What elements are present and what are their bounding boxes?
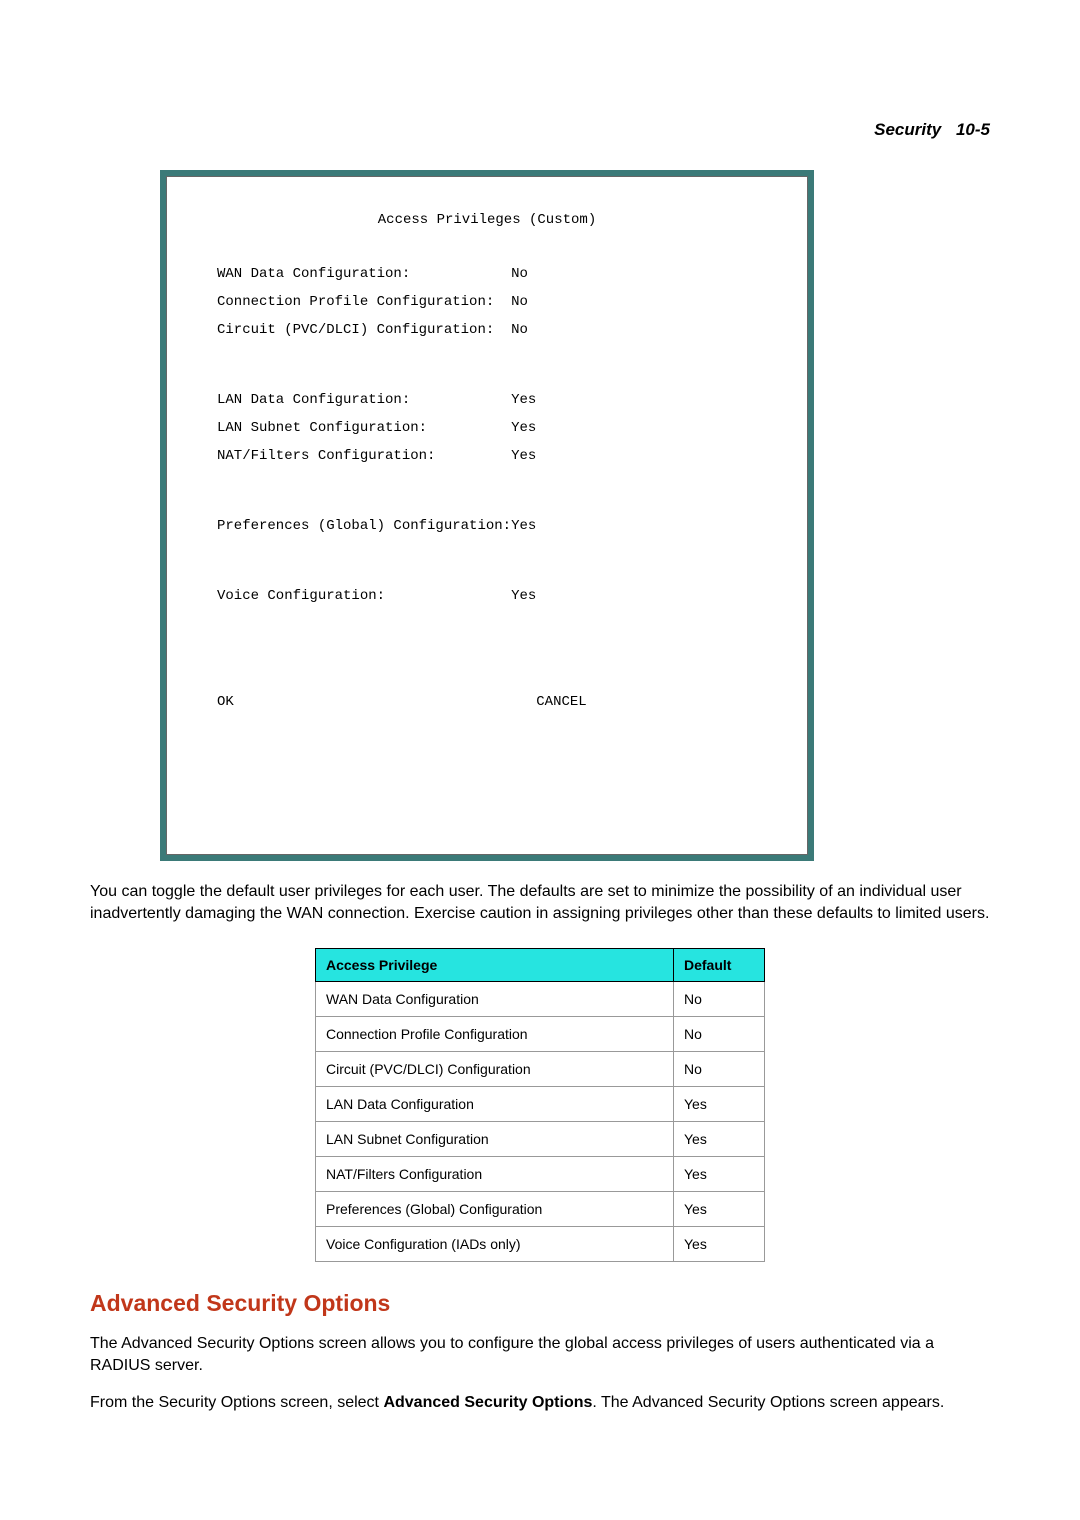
- terminal-group-2: LAN Data Configuration: Yes LAN Subnet C…: [167, 379, 807, 477]
- cell-default: Yes: [674, 1157, 765, 1192]
- row-value: Yes: [511, 588, 536, 604]
- row-label: Preferences (Global) Configuration:: [217, 518, 511, 534]
- cell-privilege: WAN Data Configuration: [316, 982, 674, 1017]
- terminal-row: LAN Subnet Configuration: Yes: [167, 421, 807, 435]
- privileges-table: Access Privilege Default WAN Data Config…: [315, 948, 765, 1262]
- cell-default: Yes: [674, 1192, 765, 1227]
- table-row: Circuit (PVC/DLCI) ConfigurationNo: [316, 1052, 765, 1087]
- cell-privilege: Voice Configuration (IADs only): [316, 1227, 674, 1262]
- th-privilege: Access Privilege: [316, 949, 674, 982]
- terminal-screenshot: Access Privileges (Custom) WAN Data Conf…: [160, 170, 814, 861]
- running-header: Security 10-5: [874, 120, 990, 140]
- cell-default: Yes: [674, 1227, 765, 1262]
- terminal-group-3: Preferences (Global) Configuration:Yes: [167, 505, 807, 547]
- row-label: Circuit (PVC/DLCI) Configuration:: [217, 322, 494, 338]
- terminal-actions: OK CANCEL: [167, 695, 807, 709]
- terminal-row: Circuit (PVC/DLCI) Configuration: No: [167, 323, 807, 337]
- table-row: Preferences (Global) ConfigurationYes: [316, 1192, 765, 1227]
- table-row: NAT/Filters ConfigurationYes: [316, 1157, 765, 1192]
- cancel-action: CANCEL: [536, 694, 586, 710]
- cell-default: No: [674, 982, 765, 1017]
- row-value: Yes: [511, 392, 536, 408]
- table-row: Voice Configuration (IADs only)Yes: [316, 1227, 765, 1262]
- terminal-group-4: Voice Configuration: Yes: [167, 575, 807, 617]
- row-label: Connection Profile Configuration:: [217, 294, 494, 310]
- row-label: NAT/Filters Configuration:: [217, 448, 435, 464]
- table-row: LAN Data ConfigurationYes: [316, 1087, 765, 1122]
- cell-default: Yes: [674, 1122, 765, 1157]
- row-value: Yes: [511, 448, 536, 464]
- terminal-row: Voice Configuration: Yes: [167, 589, 807, 603]
- terminal-row: WAN Data Configuration: No: [167, 267, 807, 281]
- terminal-row: NAT/Filters Configuration: Yes: [167, 449, 807, 463]
- row-value: Yes: [511, 518, 536, 534]
- row-label: Voice Configuration:: [217, 588, 385, 604]
- table-row: WAN Data ConfigurationNo: [316, 982, 765, 1017]
- cell-privilege: NAT/Filters Configuration: [316, 1157, 674, 1192]
- cell-privilege: Circuit (PVC/DLCI) Configuration: [316, 1052, 674, 1087]
- section-heading-advanced-security: Advanced Security Options: [90, 1290, 990, 1317]
- terminal-title: Access Privileges (Custom): [167, 213, 807, 227]
- cell-default: No: [674, 1052, 765, 1087]
- terminal-inner: Access Privileges (Custom) WAN Data Conf…: [166, 176, 808, 855]
- terminal-row: Preferences (Global) Configuration:Yes: [167, 519, 807, 533]
- ok-action: OK: [217, 694, 234, 710]
- paragraph-nav-instruction: From the Security Options screen, select…: [90, 1392, 990, 1414]
- terminal-row: LAN Data Configuration: Yes: [167, 393, 807, 407]
- cell-default: Yes: [674, 1087, 765, 1122]
- th-default: Default: [674, 949, 765, 982]
- page: Security 10-5 Access Privileges (Custom)…: [0, 0, 1080, 1520]
- row-value: Yes: [511, 420, 536, 436]
- terminal-row: Connection Profile Configuration: No: [167, 295, 807, 309]
- paragraph-advanced-security: The Advanced Security Options screen all…: [90, 1333, 990, 1376]
- paragraph-toggle-privileges: You can toggle the default user privileg…: [90, 881, 990, 924]
- row-label: WAN Data Configuration:: [217, 266, 410, 282]
- cell-privilege: Connection Profile Configuration: [316, 1017, 674, 1052]
- cell-privilege: LAN Data Configuration: [316, 1087, 674, 1122]
- cell-privilege: Preferences (Global) Configuration: [316, 1192, 674, 1227]
- table-row: Connection Profile ConfigurationNo: [316, 1017, 765, 1052]
- row-value: No: [511, 322, 528, 338]
- row-value: No: [511, 266, 528, 282]
- header-title: Security: [874, 120, 941, 139]
- row-value: No: [511, 294, 528, 310]
- cell-default: No: [674, 1017, 765, 1052]
- header-page-ref: 10-5: [956, 120, 990, 139]
- row-label: LAN Data Configuration:: [217, 392, 410, 408]
- cell-privilege: LAN Subnet Configuration: [316, 1122, 674, 1157]
- table-header-row: Access Privilege Default: [316, 949, 765, 982]
- row-label: LAN Subnet Configuration:: [217, 420, 427, 436]
- table-row: LAN Subnet ConfigurationYes: [316, 1122, 765, 1157]
- privileges-table-body: WAN Data ConfigurationNo Connection Prof…: [316, 982, 765, 1262]
- terminal-group-1: WAN Data Configuration: No Connection Pr…: [167, 253, 807, 351]
